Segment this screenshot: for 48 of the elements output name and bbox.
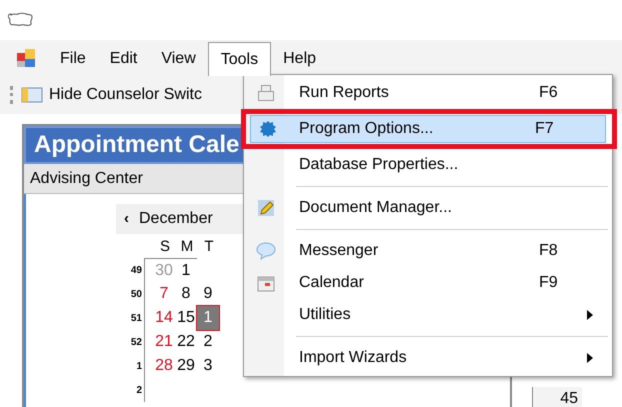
menu-option[interactable]: Run Reports F6 <box>246 77 610 109</box>
previous-month-button[interactable]: ‹ <box>124 208 129 230</box>
submenu-arrow-icon <box>587 353 593 363</box>
calendar-day[interactable]: 15 <box>175 306 197 330</box>
pencil-icon <box>257 199 275 217</box>
calendar-day[interactable]: 1 <box>175 258 197 282</box>
menu-item[interactable]: Edit <box>98 42 150 76</box>
week-number: 49 <box>130 264 143 278</box>
window-icon <box>21 87 43 103</box>
menu-option[interactable]: Document Manager... <box>246 192 610 224</box>
calendar-day[interactable]: 14 <box>153 306 175 330</box>
menu-option[interactable]: Program Options... F7 <box>250 115 606 143</box>
toolbar-grip <box>10 86 13 104</box>
menu-item[interactable]: File <box>48 42 98 76</box>
week-number: 52 <box>130 336 143 350</box>
week-number: 50 <box>130 288 143 302</box>
calendar-day[interactable]: 1 <box>197 306 219 330</box>
gear-icon <box>259 120 277 138</box>
calendar-day[interactable]: 3 <box>197 354 219 378</box>
calendar-icon <box>257 274 275 292</box>
menu-option[interactable]: Import Wizards <box>246 342 610 374</box>
hide-counselor-switch-button[interactable]: Hide Counselor Switc <box>21 83 202 107</box>
calendar-day[interactable]: 21 <box>153 330 175 354</box>
menu-item[interactable]: Help <box>271 42 328 76</box>
menu-option[interactable]: Utilities <box>246 299 610 331</box>
calendar-day[interactable]: 2 <box>197 330 219 354</box>
app-logo-icon <box>8 12 34 28</box>
weekday-header: M <box>180 236 194 256</box>
calendar-day[interactable]: 29 <box>175 354 197 378</box>
weekday-header: T <box>203 236 215 256</box>
menu-item[interactable]: Tools <box>208 42 272 76</box>
calendar-day[interactable]: 22 <box>175 330 197 354</box>
week-number: 51 <box>130 312 143 326</box>
calendar-day[interactable]: 9 <box>197 282 219 306</box>
menu-item[interactable]: View <box>149 42 208 76</box>
week-number: 2 <box>135 384 143 398</box>
calendar-day[interactable]: 28 <box>153 354 175 378</box>
month-label: December <box>139 209 213 229</box>
calendar-day[interactable]: 8 <box>175 282 197 306</box>
grid-cell: 45 <box>532 387 582 407</box>
weekday-header: S <box>158 236 171 256</box>
submenu-arrow-icon <box>587 310 593 320</box>
app-menu-icon[interactable] <box>16 48 36 68</box>
calendar-day[interactable]: 7 <box>153 282 175 306</box>
menu-option[interactable]: Calendar F9 <box>246 267 610 299</box>
speech-bubble-icon <box>256 242 276 260</box>
week-number: 1 <box>135 360 143 374</box>
menu-option[interactable]: Messenger F8 <box>246 235 610 267</box>
